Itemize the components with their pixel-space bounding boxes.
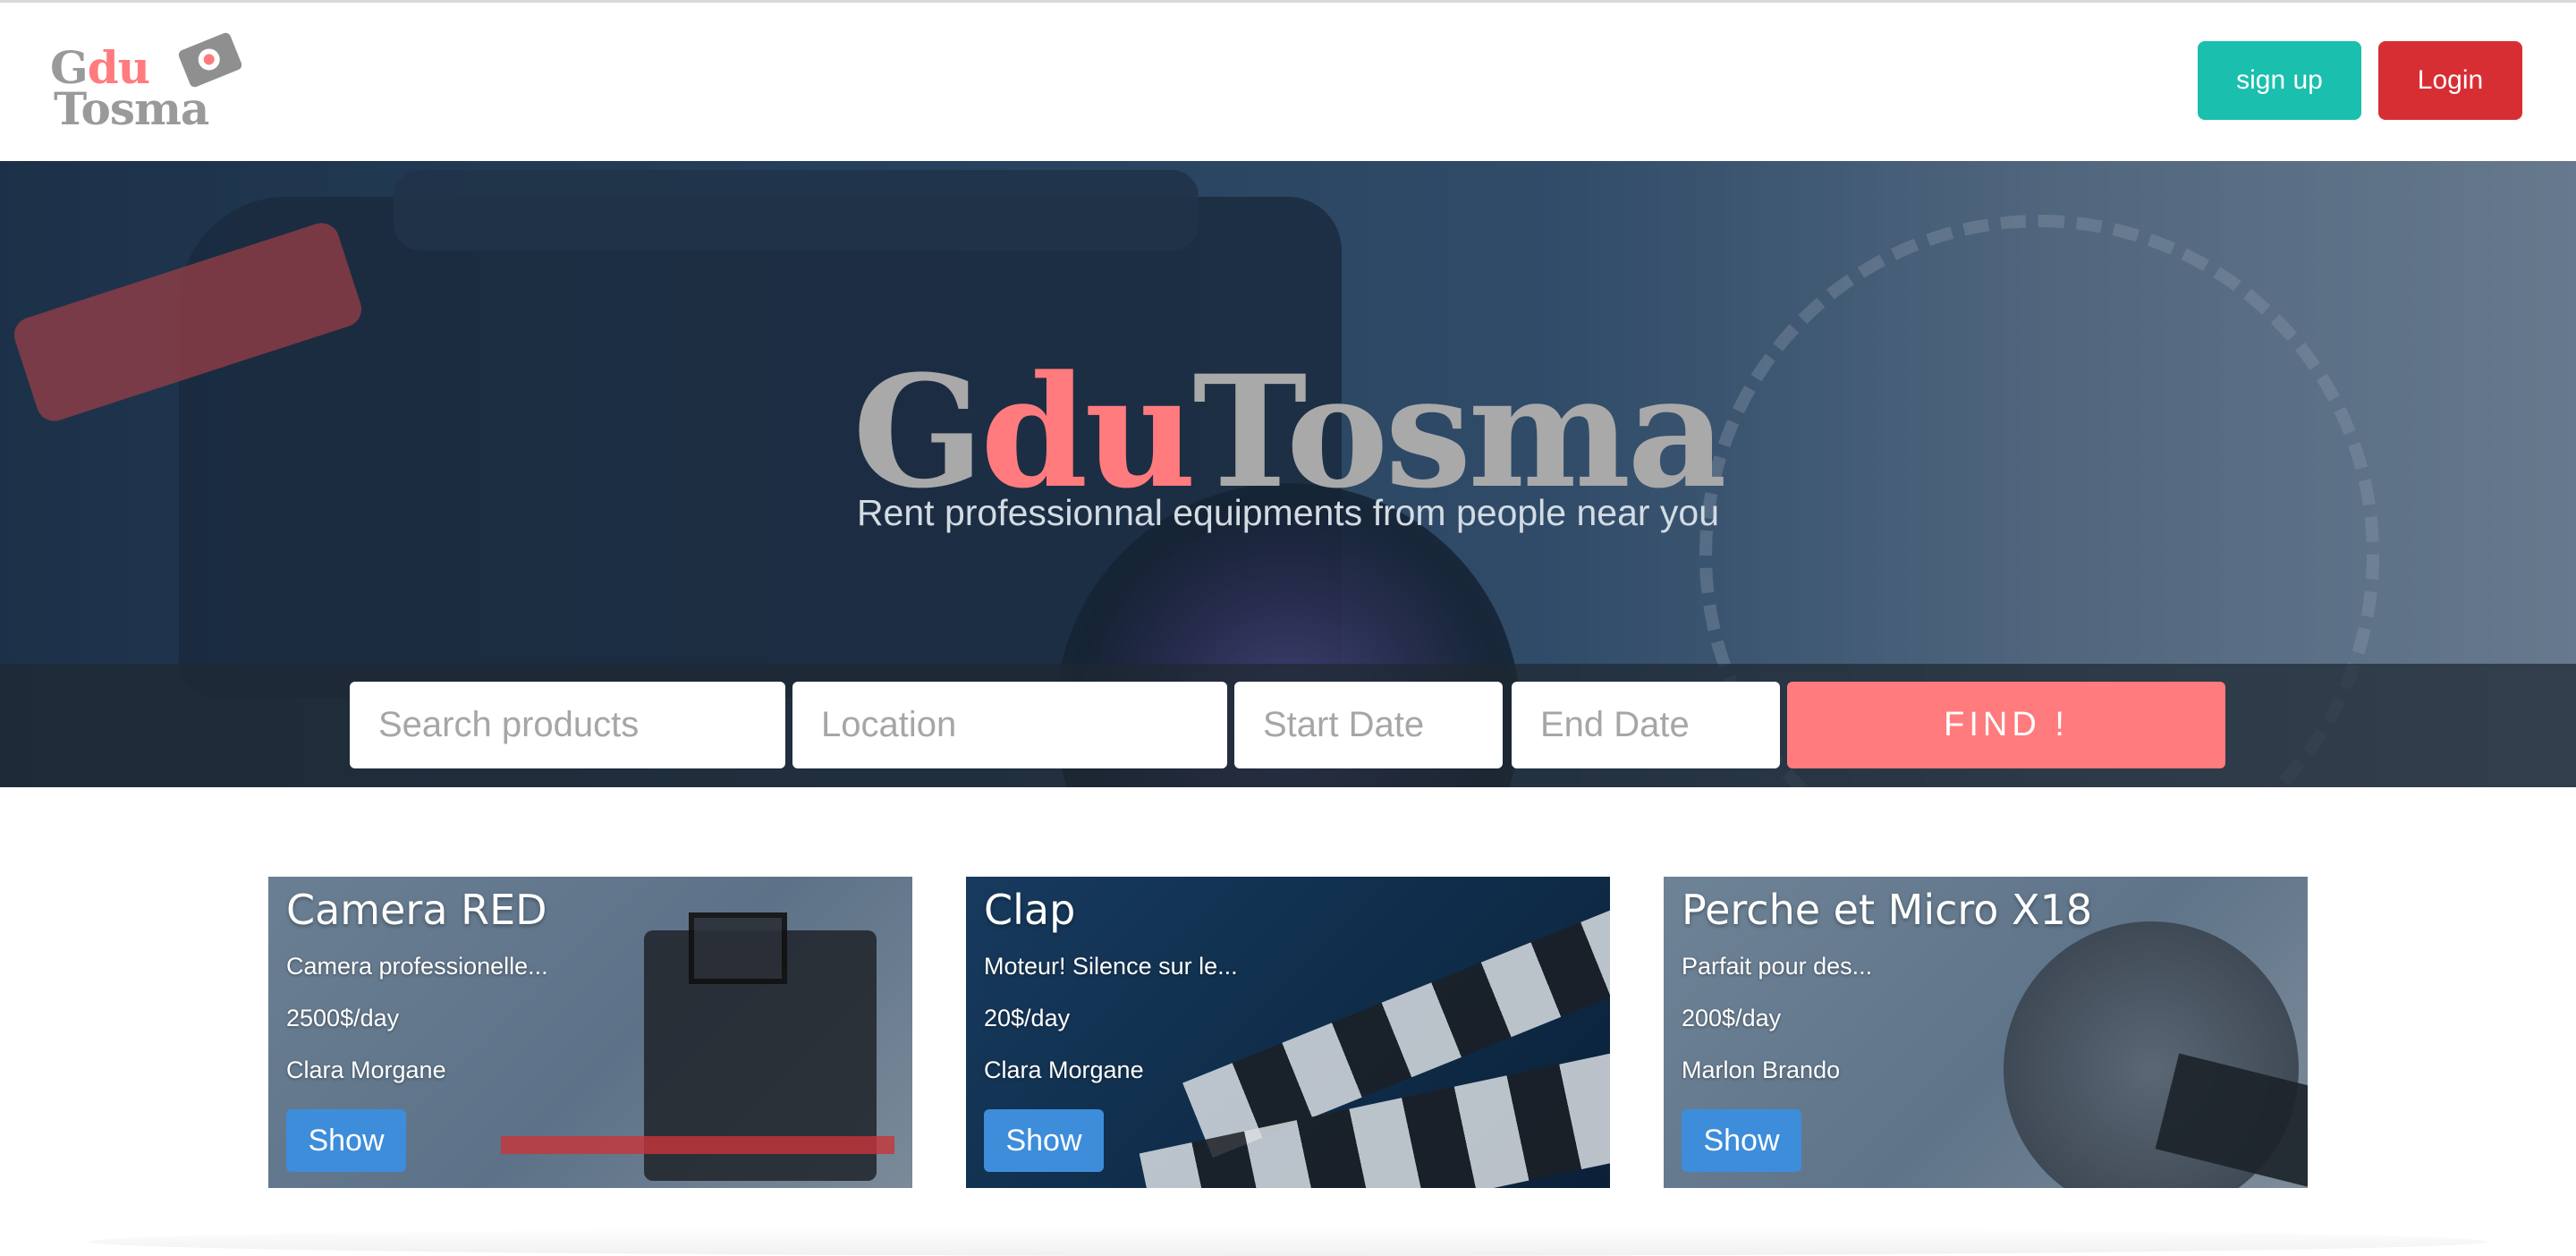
- logo-line-2: Tosma: [54, 82, 209, 135]
- site-logo[interactable]: Gdu Tosma: [50, 30, 243, 135]
- login-button[interactable]: Login: [2378, 41, 2522, 120]
- end-date-input[interactable]: [1512, 682, 1780, 768]
- product-description: Parfait pour des...: [1682, 953, 1873, 980]
- show-button[interactable]: Show: [984, 1109, 1104, 1172]
- product-owner: Marlon Brando: [1682, 1057, 1841, 1083]
- footer-shadow: [89, 1227, 2487, 1256]
- search-bar: FIND !: [0, 664, 2576, 787]
- product-card: Perche et Micro X18 Parfait pour des... …: [1664, 877, 2308, 1188]
- product-price: 20$/day: [984, 1005, 1071, 1031]
- product-image-monitor: [689, 912, 787, 984]
- product-price: 200$/day: [1682, 1005, 1782, 1031]
- product-title: Clap: [984, 886, 1076, 934]
- find-button[interactable]: FIND !: [1787, 682, 2225, 768]
- product-card: Clap Moteur! Silence sur le... 20$/day C…: [966, 877, 1610, 1188]
- start-date-input[interactable]: [1234, 682, 1503, 768]
- navbar: Gdu Tosma sign up Login: [0, 3, 2576, 161]
- location-input[interactable]: [792, 682, 1227, 768]
- camera-icon: [177, 30, 243, 89]
- show-button[interactable]: Show: [286, 1109, 406, 1172]
- show-button[interactable]: Show: [1682, 1109, 1801, 1172]
- hero-title: GduTosma: [0, 355, 2576, 509]
- search-products-input[interactable]: [350, 682, 785, 768]
- product-title: Camera RED: [286, 886, 547, 934]
- product-owner: Clara Morgane: [984, 1057, 1144, 1083]
- product-description: Camera professionelle...: [286, 953, 548, 980]
- product-owner: Clara Morgane: [286, 1057, 446, 1083]
- product-description: Moteur! Silence sur le...: [984, 953, 1238, 980]
- hero-banner: GduTosma Rent professionnal equipments f…: [0, 161, 2576, 787]
- product-image-rails: [501, 1136, 894, 1154]
- product-price: 2500$/day: [286, 1005, 400, 1031]
- hero-subtitle: Rent professionnal equipments from peopl…: [856, 492, 1720, 533]
- signup-button[interactable]: sign up: [2198, 41, 2361, 120]
- product-card: Camera RED Camera professionelle... 2500…: [268, 877, 912, 1188]
- product-title: Perche et Micro X18: [1682, 886, 2093, 934]
